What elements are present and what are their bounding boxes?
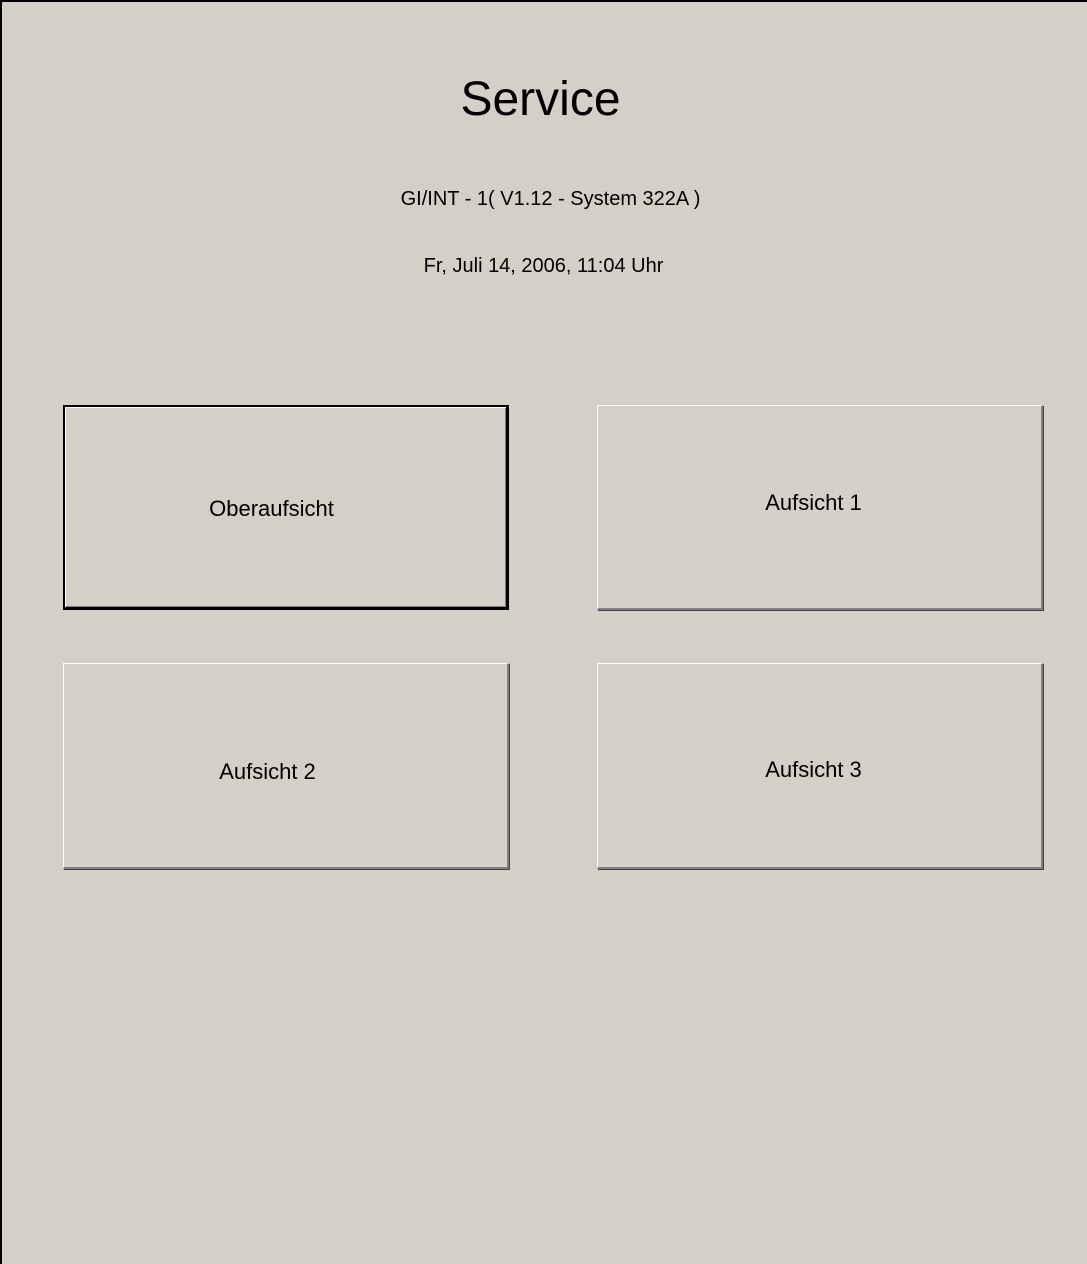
aufsicht-2-button[interactable]: Aufsicht 2 <box>63 663 509 869</box>
version-info: GI/INT - 1( V1.12 - System 322A ) <box>400 188 701 210</box>
aufsicht-2-button-label: Aufsicht 2 <box>219 758 316 784</box>
oberaufsicht-button[interactable]: Oberaufsicht <box>63 405 509 610</box>
aufsicht-1-button[interactable]: Aufsicht 1 <box>597 405 1043 610</box>
oberaufsicht-button-label: Oberaufsicht <box>209 496 334 521</box>
aufsicht-1-button-label: Aufsicht 1 <box>765 490 862 515</box>
date-time: Fr, Juli 14, 2006, 11:04 Uhr <box>423 255 664 277</box>
aufsicht-3-button-label: Aufsicht 3 <box>765 756 862 782</box>
page-title: Service <box>460 73 621 126</box>
service-screen: Service GI/INT - 1( V1.12 - System 322A … <box>0 0 1087 1264</box>
aufsicht-3-button[interactable]: Aufsicht 3 <box>597 663 1043 869</box>
